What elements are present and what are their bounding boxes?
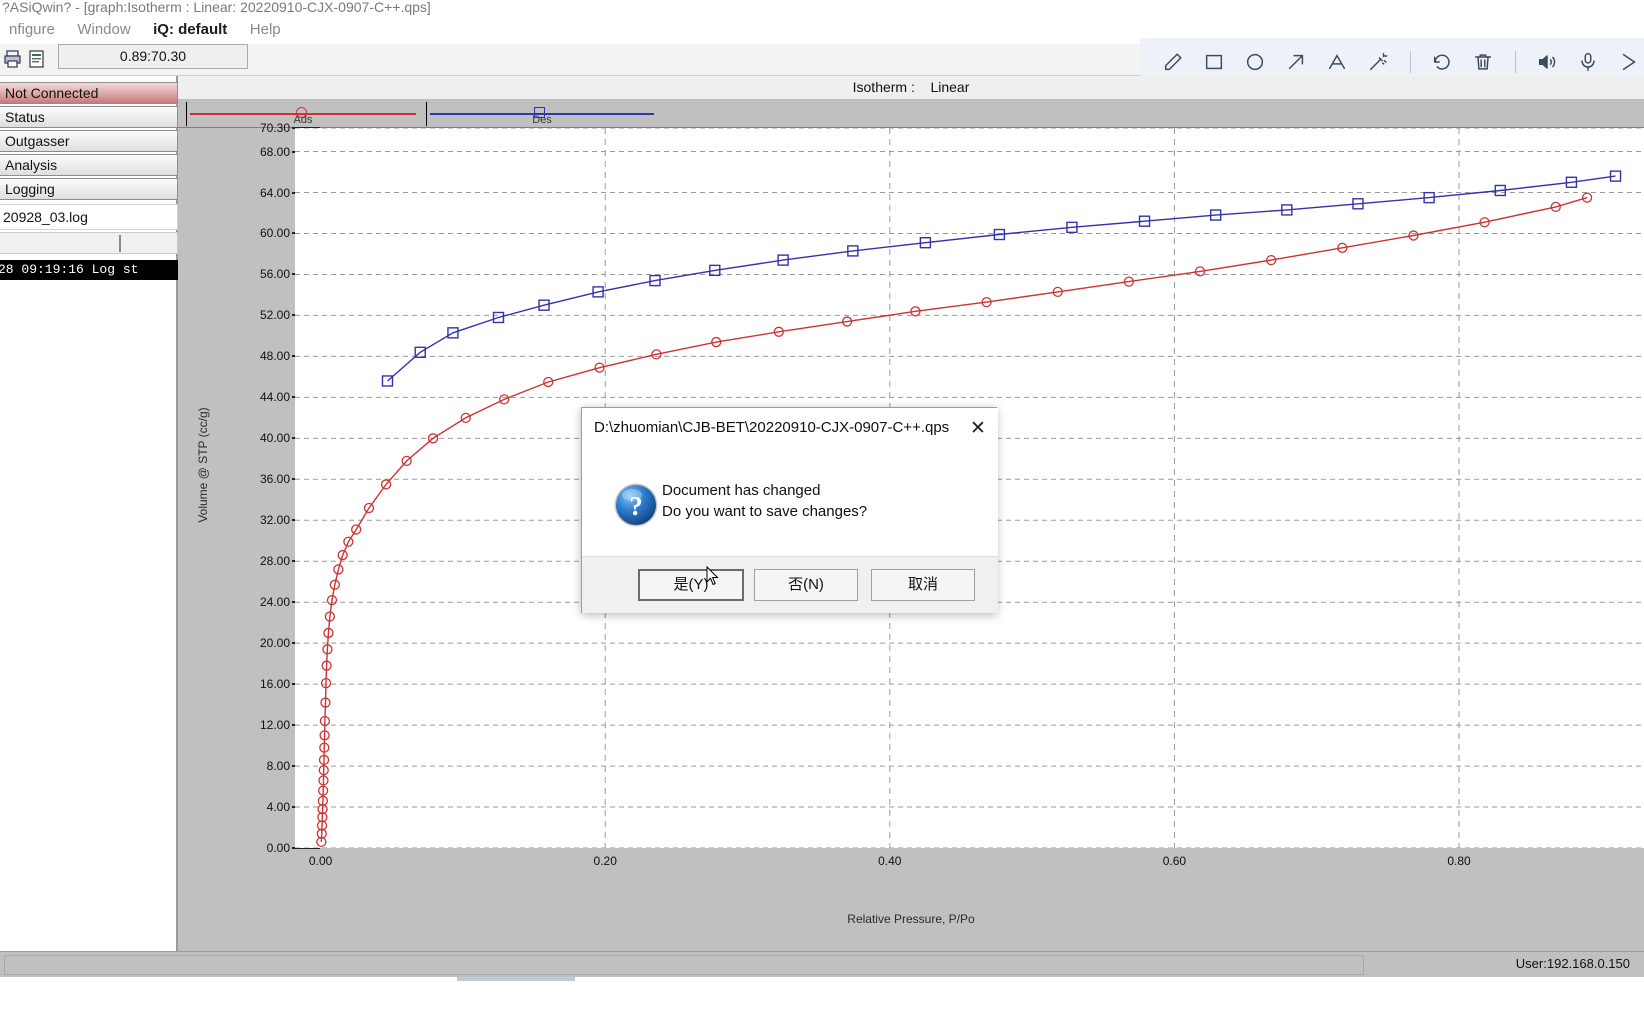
- dialog-message-line2: Do you want to save changes?: [662, 503, 868, 520]
- toolbar-separator-1: [1409, 51, 1411, 73]
- y-tick-label: 70.30: [259, 121, 290, 135]
- microphone-icon[interactable]: [1574, 47, 1603, 77]
- dialog-message-line1: Document has changed: [662, 482, 821, 499]
- app-root: ?ASiQwin? - [graph:Isotherm : Linear: 20…: [0, 0, 1644, 1028]
- y-tick-label: 56.00: [259, 267, 290, 282]
- question-icon: ?: [613, 482, 659, 528]
- y-tick-label: 12.00: [259, 718, 290, 733]
- graph-header-value: Linear: [930, 79, 970, 95]
- y-tick-label: 16.00: [259, 677, 290, 692]
- close-icon[interactable]: [1615, 47, 1644, 77]
- dialog-body: ? Document has changed Do you want to sa…: [582, 452, 998, 556]
- undo-icon[interactable]: [1428, 47, 1457, 77]
- y-tick-label: 60.00: [259, 226, 290, 241]
- arrow-icon[interactable]: [1281, 47, 1310, 77]
- y-axis-labels: 70.30 68.00 64.00 60.00 56.00 52.00 48.00 44.00…: [222, 121, 290, 855]
- sidebar-item-not-connected[interactable]: Not Connected: [0, 82, 178, 104]
- x-axis-title: Relative Pressure, P/Po: [847, 912, 975, 926]
- status-bar: User:192.168.0.150: [0, 951, 1644, 977]
- y-tick-label: 8.00: [266, 759, 290, 774]
- panel-splitter[interactable]: [0, 232, 178, 254]
- print-icon[interactable]: [2, 49, 24, 71]
- graph-header-label: Isotherm :: [852, 79, 915, 95]
- log-file-field[interactable]: 20928_03.log: [0, 204, 178, 230]
- taskbar: [0, 977, 1644, 1028]
- menu-item-configure[interactable]: nfigure: [0, 18, 64, 42]
- ellipse-icon[interactable]: [1240, 47, 1269, 77]
- legend-label-des: Des: [532, 114, 552, 126]
- no-button[interactable]: 否(N): [754, 569, 858, 601]
- y-tick-label: 28.00: [259, 554, 290, 569]
- menu-item-iq-default[interactable]: iQ: default: [144, 18, 236, 42]
- speaker-icon[interactable]: [1533, 47, 1562, 77]
- pen-icon[interactable]: [1158, 47, 1187, 77]
- y-tick-label: 20.00: [259, 636, 290, 651]
- text-icon[interactable]: [1322, 47, 1351, 77]
- x-tick-label: 0.40: [878, 854, 902, 868]
- chart-legend: Ads Des: [178, 100, 1644, 128]
- dialog-footer: 是(Y) 否(N) 取消: [582, 556, 998, 613]
- y-tick-label: 36.00: [259, 472, 290, 487]
- log-terminal: 28 09:19:16 Log st: [0, 260, 178, 280]
- y-tick-label: 44.00: [259, 390, 290, 405]
- status-message-cell: [4, 955, 1364, 975]
- taskbar-item[interactable]: [457, 977, 575, 981]
- series-des: [381, 170, 1622, 387]
- sidebar-item-analysis[interactable]: Analysis: [0, 154, 178, 176]
- dialog-title-text: D:\zhuomian\CJB-BET\20220910-CJX-0907-C+…: [594, 419, 950, 436]
- menu-item-help[interactable]: Help: [241, 18, 290, 42]
- left-panel: Not Connected Status Outgasser Analysis …: [0, 76, 178, 951]
- legend-entry-des[interactable]: Des: [426, 100, 658, 128]
- x-tick-label: 0.60: [1162, 854, 1187, 868]
- cancel-button[interactable]: 取消: [871, 569, 975, 601]
- menu-item-window[interactable]: Window: [68, 18, 139, 42]
- y-tick-label: 68.00: [259, 144, 290, 159]
- dialog-titlebar: D:\zhuomian\CJB-BET\20220910-CJX-0907-C+…: [582, 408, 998, 452]
- x-tick-label: 0.00: [308, 854, 333, 868]
- graph-header: Isotherm : Linear: [178, 76, 1644, 100]
- x-tick-label: 0.80: [1447, 854, 1471, 868]
- window-title: ?ASiQwin? - [graph:Isotherm : Linear: 20…: [0, 0, 1644, 16]
- y-tick-label: 24.00: [259, 595, 290, 610]
- coordinate-readout: 0.89:70.30: [58, 44, 248, 69]
- toolbar-separator-2: [1514, 51, 1516, 73]
- y-tick-label: 4.00: [266, 800, 290, 815]
- close-icon[interactable]: ✕: [962, 414, 994, 444]
- status-user: User:192.168.0.150: [1509, 956, 1636, 971]
- mouse-cursor: [706, 565, 720, 586]
- y-tick-label: 48.00: [259, 349, 290, 364]
- dialog-message: Document has changed Do you want to save…: [662, 480, 867, 522]
- report-icon[interactable]: [26, 49, 48, 71]
- y-tick-label: 52.00: [259, 308, 290, 323]
- save-changes-dialog: D:\zhuomian\CJB-BET\20220910-CJX-0907-C+…: [581, 407, 998, 613]
- y-tick-label: 32.00: [259, 513, 290, 528]
- x-tick-label: 0.20: [593, 854, 617, 868]
- y-tick-label: 64.00: [259, 185, 290, 200]
- yes-button[interactable]: 是(Y): [638, 569, 744, 601]
- trash-icon[interactable]: [1469, 47, 1498, 77]
- magic-wand-icon[interactable]: [1363, 47, 1392, 77]
- sidebar-item-outgasser[interactable]: Outgasser: [0, 130, 178, 152]
- sidebar-item-status[interactable]: Status: [0, 106, 178, 128]
- sidebar-item-logging[interactable]: Logging: [0, 178, 178, 200]
- svg-text:?: ?: [629, 491, 643, 521]
- rectangle-icon[interactable]: [1199, 47, 1228, 77]
- y-tick-label: 40.00: [259, 431, 290, 446]
- x-axis-labels: 0.00 0.20 0.40 0.60 0.80: [295, 854, 1644, 874]
- y-tick-label: 0.00: [266, 841, 290, 855]
- y-axis-title: Volume @ STP (cc/g): [196, 407, 210, 523]
